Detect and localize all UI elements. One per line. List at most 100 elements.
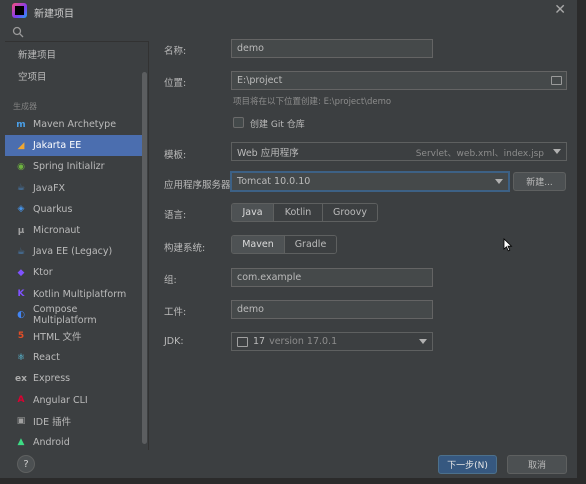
sidebar-item-label: Android (33, 436, 70, 448)
express-icon: ex (15, 373, 27, 384)
search-icon (12, 26, 24, 38)
git-checkbox-label: 创建 Git 仓库 (250, 120, 305, 130)
android-icon: ▲ (17, 437, 25, 448)
mouse-pointer-icon (503, 238, 513, 252)
git-checkbox[interactable] (233, 117, 244, 128)
chevron-down-icon (553, 149, 561, 154)
group-field[interactable]: com.example (231, 268, 433, 287)
window-title: 新建项目 (34, 9, 74, 20)
group-label: 组: (164, 275, 177, 286)
title-bar: 新建项目 ✕ (0, 0, 578, 22)
sidebar-item-javafx[interactable]: ☕ JavaFX (5, 178, 142, 199)
next-button[interactable]: 下一步(N) (438, 455, 497, 474)
sidebar-item-label: Angular CLI (33, 394, 88, 406)
sidebar-item-html[interactable]: 5 HTML 文件 (5, 326, 142, 347)
sidebar-item-label: IDE 插件 (33, 417, 72, 429)
ktor-icon: ◆ (17, 267, 25, 278)
backdrop-editor-strip (578, 0, 586, 484)
build-maven[interactable]: Maven (232, 236, 285, 253)
sidebar-item-empty-project[interactable]: 空项目 (18, 69, 47, 83)
sidebar-item-javaee[interactable]: ☕ Java EE (Legacy) (5, 241, 142, 262)
template-label: 模板: (164, 150, 187, 161)
sidebar-item-compose[interactable]: ◐ Compose Multiplatform (5, 304, 142, 327)
artifact-label: 工件: (164, 307, 187, 318)
jdk-number: 17 (253, 336, 266, 347)
react-icon: ⚛ (16, 352, 26, 363)
generator-sidebar: 新建项目 空项目 生成器 m Maven Archetype ◢ Jakarta EE… (5, 22, 149, 450)
sidebar-item-m[interactable]: m Maven Archetype (5, 114, 142, 135)
intellij-logo-icon (12, 3, 27, 18)
sidebar-item-new-project[interactable]: 新建项目 (18, 47, 56, 61)
sidebar-item-label: Quarkus (33, 203, 73, 215)
template-select[interactable]: Web 应用程序 Servlet、web.xml、index.jsp (231, 142, 567, 161)
sidebar-item-jakarta[interactable]: ◢ Jakarta EE (5, 135, 142, 157)
new-project-dialog: 新建项目 ✕ 新建项目 空项目 生成器 m Maven Archetype ◢ Jak… (0, 0, 578, 478)
sidebar-scrollbar[interactable] (142, 72, 147, 444)
build-system-selector: Maven Gradle (231, 235, 337, 254)
sidebar-item-label: Ktor (33, 267, 53, 279)
plugin-icon: ▣ (16, 416, 26, 427)
sidebar-item-label: Compose Multiplatform (33, 304, 97, 327)
language-java[interactable]: Java (232, 204, 274, 221)
sidebar-item-label: Java EE (Legacy) (33, 246, 113, 258)
sidebar-item-spring[interactable]: ◉ Spring Initializr (5, 156, 142, 177)
sidebar-search[interactable] (5, 22, 149, 42)
location-hint: 项目将在以下位置创建: E:\project\demo (233, 97, 392, 107)
sidebar-item-react[interactable]: ⚛ React (5, 347, 142, 368)
cancel-button[interactable]: 取消 (507, 455, 567, 474)
sidebar-item-micronaut[interactable]: μ Micronaut (5, 220, 142, 241)
jdk-label: JDK: (164, 336, 184, 347)
new-server-button[interactable]: 新建... (513, 172, 566, 191)
server-select[interactable]: Tomcat 10.0.10 (231, 172, 509, 191)
quarkus-icon: ◈ (17, 204, 25, 215)
language-groovy[interactable]: Groovy (323, 204, 377, 221)
server-value: Tomcat 10.0.10 (237, 176, 311, 187)
spring-icon: ◉ (17, 161, 25, 172)
sidebar-item-label: Spring Initializr (33, 161, 105, 173)
jakarta-icon: ◢ (17, 140, 25, 151)
sidebar-item-label: HTML 文件 (33, 332, 82, 344)
language-kotlin[interactable]: Kotlin (274, 204, 323, 221)
sidebar-item-label: Kotlin Multiplatform (33, 288, 127, 300)
javaee-icon: ☕ (16, 246, 26, 257)
sidebar-item-label: Jakarta EE (33, 140, 82, 152)
chevron-down-icon (419, 339, 427, 344)
template-value: Web 应用程序 (237, 147, 299, 159)
sidebar-item-plugin[interactable]: ▣ IDE 插件 (5, 411, 142, 432)
chevron-down-icon (495, 179, 503, 184)
sidebar-item-quarkus[interactable]: ◈ Quarkus (5, 199, 142, 220)
name-label: 名称: (164, 46, 187, 57)
jdk-version: version 17.0.1 (269, 336, 338, 347)
sidebar-item-kotlin[interactable]: K Kotlin Multiplatform (5, 284, 142, 305)
server-label: 应用程序服务器: (164, 180, 234, 191)
m-icon: m (16, 119, 26, 130)
build-gradle[interactable]: Gradle (285, 236, 336, 253)
sidebar-item-label: React (33, 352, 60, 364)
jdk-folder-icon (237, 336, 248, 347)
location-field[interactable]: E:\project (231, 71, 567, 90)
name-field[interactable]: demo (231, 39, 433, 58)
sidebar-item-android[interactable]: ▲ Android (5, 432, 142, 453)
angular-icon: A (17, 395, 25, 406)
jdk-select[interactable]: 17 version 17.0.1 (231, 332, 433, 351)
javafx-icon: ☕ (16, 183, 26, 194)
template-detail: Servlet、web.xml、index.jsp (415, 149, 544, 159)
generator-list: m Maven Archetype ◢ Jakarta EE ◉ Spring Initi… (5, 114, 142, 453)
location-value: E:\project (237, 75, 283, 86)
sidebar-item-ktor[interactable]: ◆ Ktor (5, 262, 142, 283)
micronaut-icon: μ (17, 225, 25, 236)
sidebar-item-express[interactable]: ex Express (5, 368, 142, 389)
sidebar-item-label: Express (33, 373, 71, 385)
build-system-label: 构建系统: (164, 243, 206, 254)
artifact-field[interactable]: demo (231, 300, 433, 319)
sidebar-item-label: Micronaut (33, 225, 81, 237)
project-form: 名称: demo 位置: E:\project 项目将在以下位置创建: E:\p… (150, 22, 578, 450)
close-icon[interactable]: ✕ (554, 2, 566, 18)
sidebar-item-label: Maven Archetype (33, 119, 117, 131)
compose-icon: ◐ (17, 310, 25, 321)
html-icon: 5 (17, 331, 25, 342)
folder-icon[interactable] (551, 76, 562, 85)
language-label: 语言: (164, 210, 187, 221)
sidebar-item-angular[interactable]: A Angular CLI (5, 389, 142, 410)
help-button[interactable]: ? (17, 455, 35, 473)
